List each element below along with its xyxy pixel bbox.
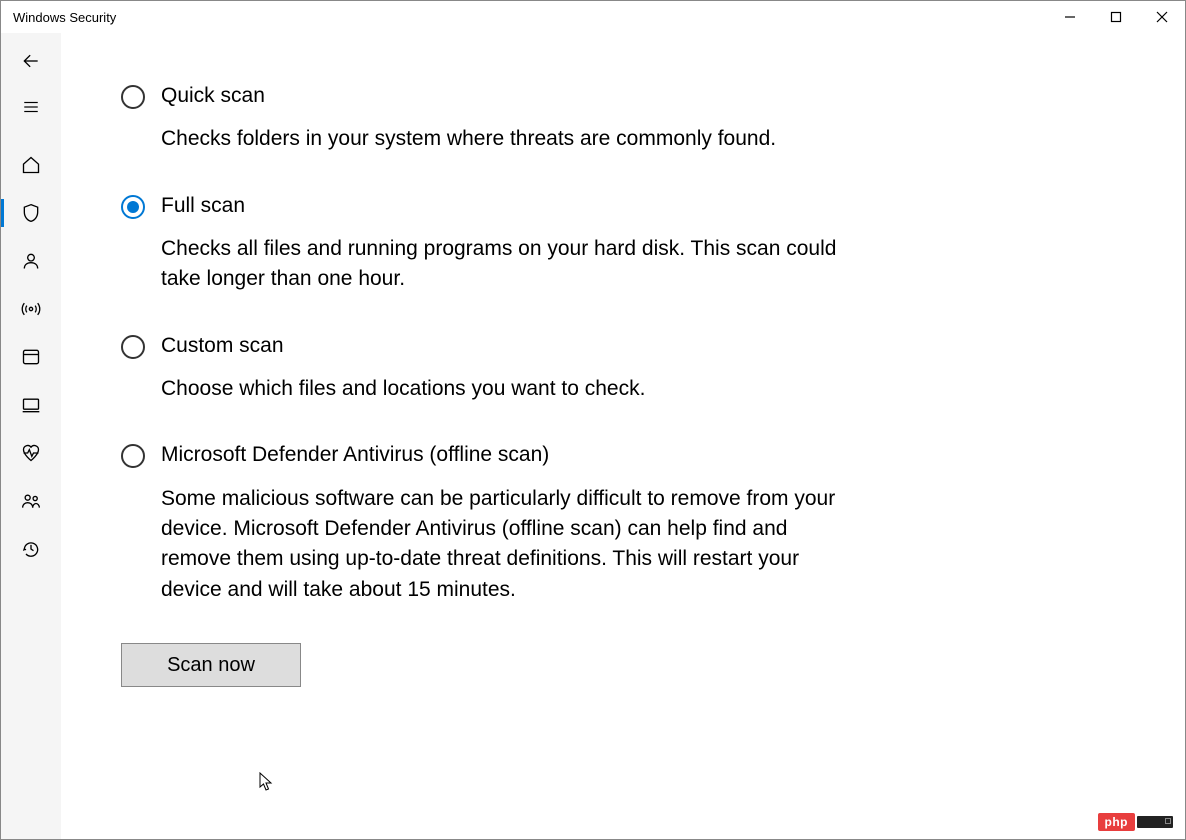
sidebar-item-family[interactable] [1, 477, 61, 525]
sidebar-item-history[interactable] [1, 525, 61, 573]
menu-icon [21, 97, 41, 117]
health-icon [21, 443, 41, 463]
option-desc: Checks all files and running programs on… [161, 234, 861, 295]
option-title: Quick scan [161, 83, 861, 108]
sidebar-item-network[interactable] [1, 285, 61, 333]
family-icon [21, 491, 41, 511]
option-title: Full scan [161, 193, 861, 218]
home-icon [21, 155, 41, 175]
watermark-badge: php [1098, 813, 1174, 831]
option-desc: Choose which files and locations you wan… [161, 374, 861, 404]
app-icon [21, 347, 41, 367]
radio-custom-scan[interactable] [121, 335, 145, 359]
option-title: Microsoft Defender Antivirus (offline sc… [161, 442, 861, 467]
sidebar-item-health[interactable] [1, 429, 61, 477]
option-quick-scan[interactable]: Quick scan Checks folders in your system… [121, 83, 861, 155]
body: Quick scan Checks folders in your system… [1, 33, 1185, 839]
badge-bar [1137, 816, 1173, 828]
radio-quick-scan[interactable] [121, 85, 145, 109]
option-body: Quick scan Checks folders in your system… [161, 83, 861, 155]
radio-offline-scan[interactable] [121, 444, 145, 468]
close-button[interactable] [1139, 1, 1185, 33]
sidebar [1, 33, 61, 839]
sidebar-item-home[interactable] [1, 141, 61, 189]
window-title: Windows Security [13, 10, 116, 25]
close-icon [1156, 11, 1168, 23]
sidebar-item-menu[interactable] [1, 87, 61, 127]
maximize-icon [1110, 11, 1122, 23]
option-title: Custom scan [161, 333, 861, 358]
maximize-button[interactable] [1093, 1, 1139, 33]
radio-full-scan[interactable] [121, 195, 145, 219]
sidebar-item-back[interactable] [1, 41, 61, 81]
sidebar-item-account[interactable] [1, 237, 61, 285]
device-icon [21, 395, 41, 415]
sidebar-item-shield[interactable] [1, 189, 61, 237]
network-icon [21, 299, 41, 319]
scan-now-button[interactable]: Scan now [121, 643, 301, 687]
minimize-icon [1064, 11, 1076, 23]
titlebar-controls [1047, 1, 1185, 33]
window: Windows Security [0, 0, 1186, 840]
back-icon [21, 51, 41, 71]
account-icon [21, 251, 41, 271]
option-body: Microsoft Defender Antivirus (offline sc… [161, 442, 861, 605]
content: Quick scan Checks folders in your system… [61, 33, 1185, 839]
badge-text: php [1098, 813, 1136, 831]
sidebar-item-app[interactable] [1, 333, 61, 381]
option-custom-scan[interactable]: Custom scan Choose which files and locat… [121, 333, 861, 405]
option-offline-scan[interactable]: Microsoft Defender Antivirus (offline sc… [121, 442, 861, 605]
titlebar: Windows Security [1, 1, 1185, 33]
sidebar-item-device[interactable] [1, 381, 61, 429]
history-icon [21, 539, 41, 559]
option-full-scan[interactable]: Full scan Checks all files and running p… [121, 193, 861, 295]
minimize-button[interactable] [1047, 1, 1093, 33]
option-desc: Some malicious software can be particula… [161, 484, 861, 606]
option-desc: Checks folders in your system where thre… [161, 124, 861, 154]
option-body: Full scan Checks all files and running p… [161, 193, 861, 295]
option-body: Custom scan Choose which files and locat… [161, 333, 861, 405]
shield-icon [21, 203, 41, 223]
